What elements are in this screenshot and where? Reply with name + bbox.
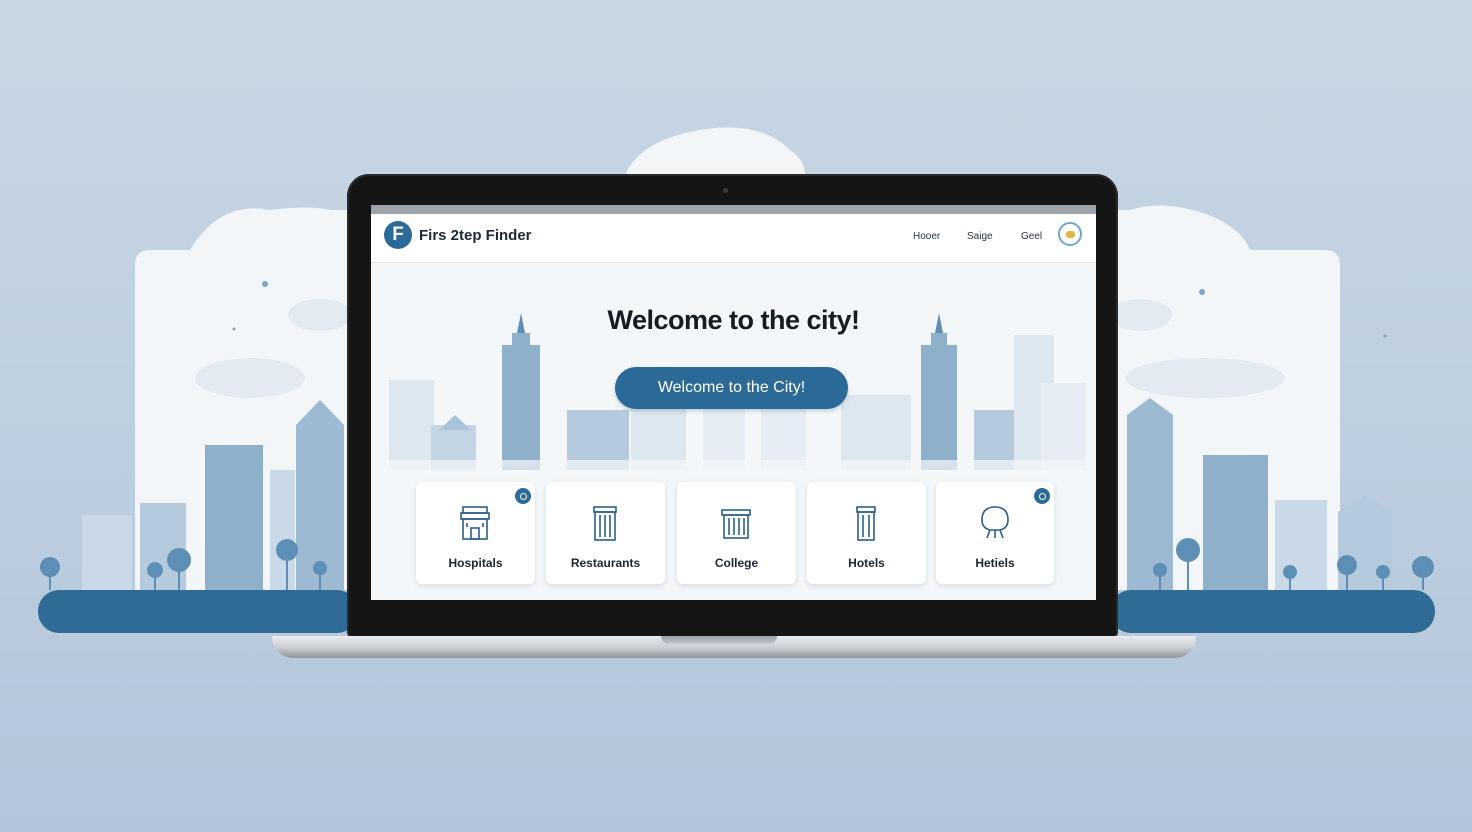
- app-screen: F Firs 2tep Finder Hooer Saige Geel Welc…: [371, 205, 1096, 600]
- category-card-restaurants[interactable]: Restaurants: [546, 482, 665, 584]
- card-label: College: [714, 556, 759, 570]
- welcome-button[interactable]: Welcome to the City!: [615, 367, 848, 409]
- nav-link-1[interactable]: Hooer: [913, 231, 940, 242]
- card-label: Hospitals: [448, 556, 503, 570]
- webcam: [723, 188, 728, 193]
- card-label: Hetiels: [975, 556, 1015, 570]
- nav-link-3[interactable]: Geel: [1021, 231, 1042, 242]
- avatar-icon: [1065, 230, 1075, 238]
- hotel-icon: [856, 506, 876, 541]
- navbar: F Firs 2tep Finder Hooer Saige Geel: [371, 214, 1096, 263]
- window-titlebar: [371, 205, 1096, 214]
- brand-name[interactable]: Firs 2tep Finder: [419, 227, 532, 244]
- laptop-notch: [661, 636, 777, 644]
- hospital-icon: [460, 506, 490, 540]
- brand-logo[interactable]: F: [384, 221, 412, 249]
- hotel-bell-icon: [981, 506, 1009, 539]
- nav-link-2[interactable]: Saige: [967, 231, 993, 242]
- restaurant-icon: [593, 506, 617, 541]
- card-badge-icon[interactable]: [1034, 488, 1050, 504]
- category-card-college[interactable]: College: [677, 482, 796, 584]
- card-label: Hotels: [848, 556, 885, 570]
- college-icon: [721, 509, 751, 539]
- card-badge-icon[interactable]: [515, 488, 531, 504]
- page-title: Welcome to the city!: [607, 305, 860, 335]
- user-avatar[interactable]: [1058, 222, 1082, 246]
- category-card-hotels[interactable]: Hotels: [807, 482, 926, 584]
- category-card-hospitals[interactable]: Hospitals: [416, 482, 535, 584]
- category-card-hetiels[interactable]: Hetiels: [936, 482, 1054, 584]
- card-label: Restaurants: [570, 556, 641, 570]
